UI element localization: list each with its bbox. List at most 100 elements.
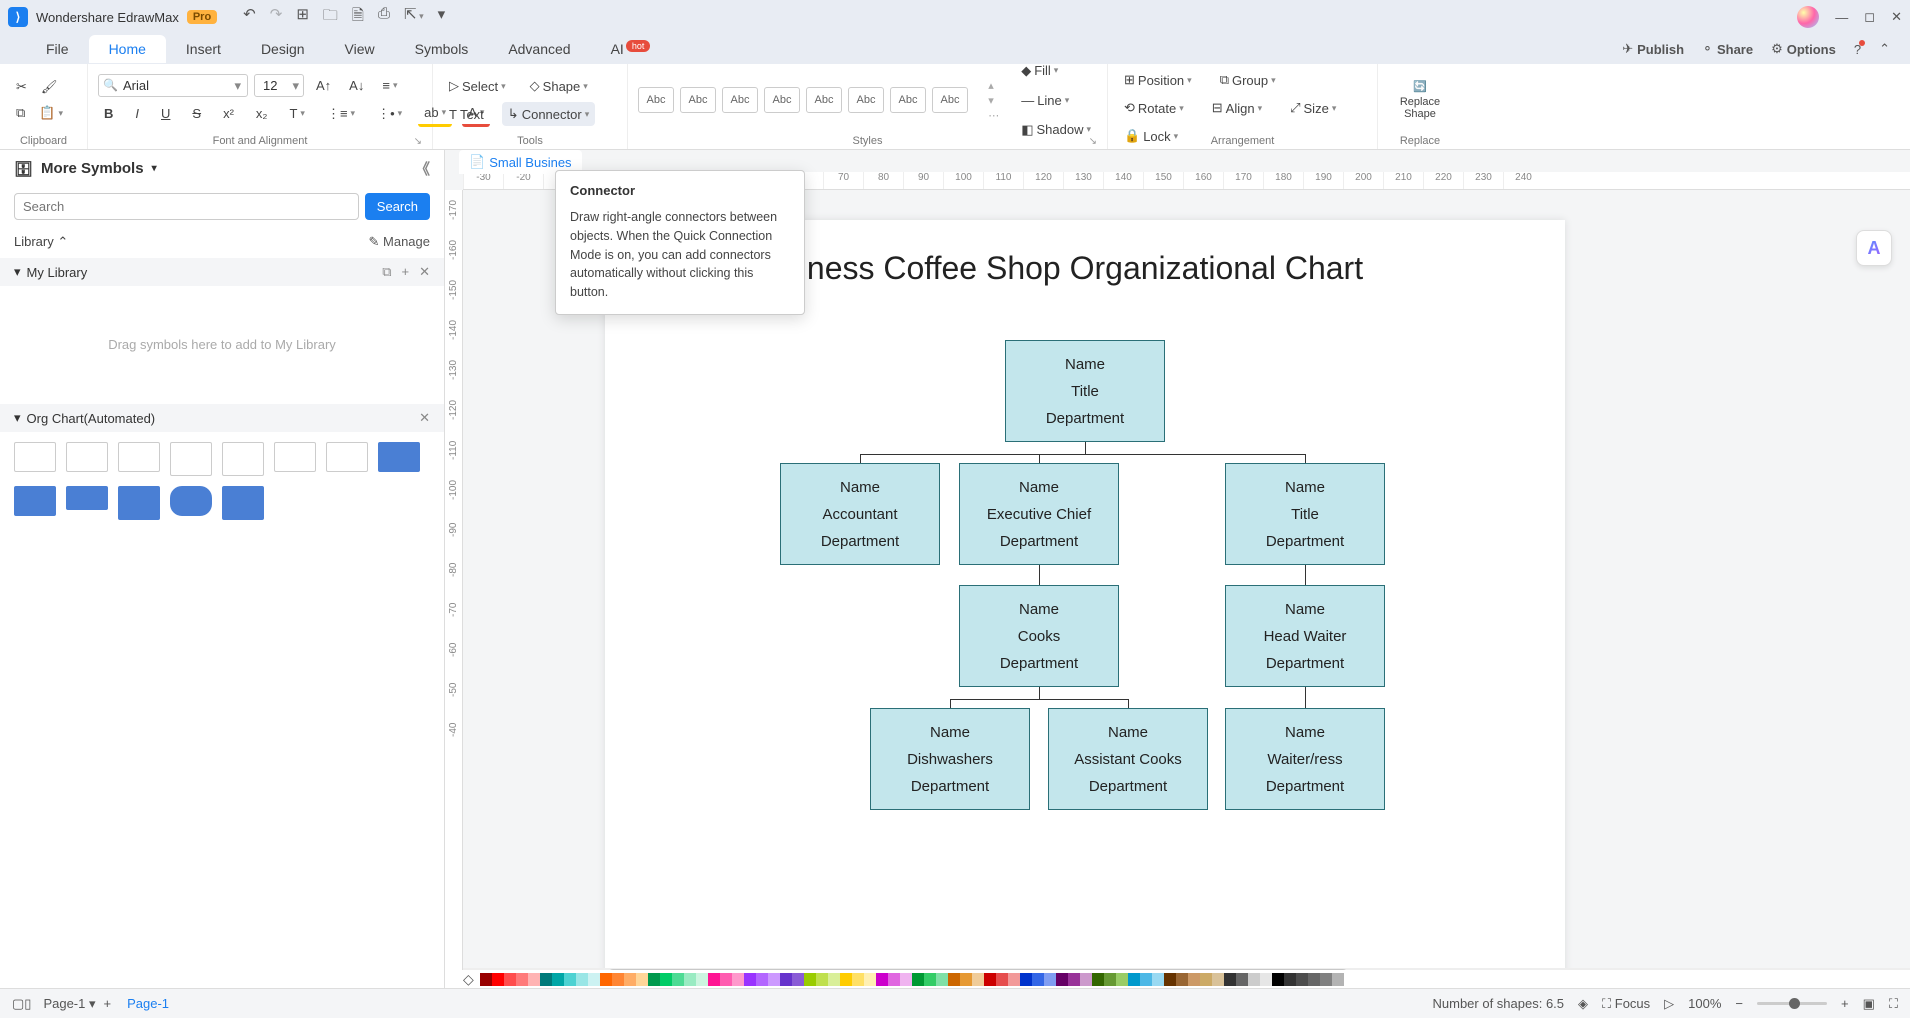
style-scroll-down[interactable]: ▾ — [988, 94, 999, 107]
symbol-item[interactable] — [14, 442, 56, 472]
close-button[interactable]: ✕ — [1891, 9, 1902, 25]
org-box[interactable]: NameTitleDepartment — [1005, 340, 1165, 442]
color-swatch[interactable] — [1236, 973, 1248, 986]
color-swatch[interactable] — [1284, 973, 1296, 986]
color-swatch[interactable] — [768, 973, 780, 986]
collapse-panel-button[interactable]: 《 — [415, 158, 430, 179]
page-selector[interactable]: Page-1 ▾ — [43, 996, 95, 1012]
publish-button[interactable]: ✈ Publish — [1622, 41, 1684, 57]
layers-icon[interactable]: ◈ — [1578, 996, 1588, 1012]
color-swatch[interactable] — [1152, 973, 1164, 986]
menu-file[interactable]: File — [26, 35, 89, 63]
color-swatch[interactable] — [792, 973, 804, 986]
color-swatch[interactable] — [552, 973, 564, 986]
align-button[interactable]: ⊟ Align — [1206, 96, 1268, 120]
color-swatch[interactable] — [756, 973, 768, 986]
color-swatch[interactable] — [852, 973, 864, 986]
style-swatch[interactable]: Abc — [722, 87, 758, 113]
fill-icon[interactable]: ◇ — [463, 971, 474, 988]
style-swatch[interactable]: Abc — [806, 87, 842, 113]
connector-button[interactable]: ↳ Connector — [502, 102, 595, 126]
style-swatch[interactable]: Abc — [890, 87, 926, 113]
symbol-item[interactable] — [170, 442, 212, 476]
text-button[interactable]: T Text — [443, 102, 490, 126]
color-swatch[interactable] — [636, 973, 648, 986]
symbol-item[interactable] — [14, 486, 56, 516]
export-button[interactable]: ⇱ — [404, 5, 424, 30]
page-tab-1[interactable]: Page-1 — [119, 994, 177, 1013]
color-swatch[interactable] — [1140, 973, 1152, 986]
color-swatch[interactable] — [708, 973, 720, 986]
symbol-item[interactable] — [118, 442, 160, 472]
color-swatch[interactable] — [996, 973, 1008, 986]
paste-button[interactable]: 📋 — [33, 101, 69, 125]
symbol-item[interactable] — [222, 486, 264, 520]
color-swatch[interactable] — [804, 973, 816, 986]
close-orgchart-button[interactable]: ✕ — [419, 410, 430, 426]
color-swatch[interactable] — [780, 973, 792, 986]
color-swatch[interactable] — [720, 973, 732, 986]
subscript-button[interactable]: x₂ — [250, 101, 274, 127]
symbol-item[interactable] — [326, 442, 368, 472]
color-swatch[interactable] — [528, 973, 540, 986]
color-swatch[interactable] — [888, 973, 900, 986]
add-page-button[interactable]: + — [104, 996, 112, 1011]
italic-button[interactable]: I — [129, 101, 145, 127]
page[interactable]: ness Coffee Shop Organizational Chart Na… — [605, 220, 1565, 980]
ai-float-button[interactable]: Α — [1856, 230, 1892, 266]
color-swatch[interactable] — [1200, 973, 1212, 986]
color-swatch[interactable] — [1116, 973, 1128, 986]
focus-button[interactable]: ⛶ Focus — [1602, 996, 1650, 1012]
page-list-icon[interactable]: ▢▯ — [12, 996, 31, 1012]
size-button[interactable]: ⤢ Size — [1284, 96, 1342, 120]
bullets-button[interactable]: ⋮• — [371, 101, 408, 127]
format-painter-button[interactable]: 🖌 — [35, 75, 64, 99]
select-button[interactable]: ▷ Select — [443, 74, 512, 98]
color-swatch[interactable] — [876, 973, 888, 986]
symbol-item[interactable] — [378, 442, 420, 472]
font-size-select[interactable]: 12 — [254, 74, 304, 97]
case-button[interactable]: T — [283, 101, 310, 127]
menu-insert[interactable]: Insert — [166, 35, 241, 63]
options-button[interactable]: ⚙ Options — [1771, 41, 1836, 57]
rotate-button[interactable]: ⟲ Rotate — [1118, 96, 1190, 120]
style-swatch[interactable]: Abc — [764, 87, 800, 113]
color-swatch[interactable] — [924, 973, 936, 986]
color-swatch[interactable] — [672, 973, 684, 986]
shrink-font-button[interactable]: A↓ — [343, 74, 370, 97]
color-swatch[interactable] — [1332, 973, 1344, 986]
color-swatch[interactable] — [936, 973, 948, 986]
save-button[interactable]: 🗎 — [352, 5, 364, 30]
org-box[interactable]: NameAccountantDepartment — [780, 463, 940, 565]
menu-home[interactable]: Home — [89, 35, 166, 63]
group-button[interactable]: ⧉ Group — [1214, 68, 1282, 92]
color-swatch[interactable] — [1308, 973, 1320, 986]
color-swatch[interactable] — [828, 973, 840, 986]
help-button[interactable]: ? — [1854, 42, 1861, 57]
color-swatch[interactable] — [624, 973, 636, 986]
canvas[interactable]: 📄 Small Busines -30-20-10708090100110120… — [445, 150, 1910, 980]
color-swatch[interactable] — [948, 973, 960, 986]
print-button[interactable]: ⎙ — [378, 5, 390, 30]
color-swatch[interactable] — [1188, 973, 1200, 986]
color-swatch[interactable] — [564, 973, 576, 986]
drop-zone[interactable]: Drag symbols here to add to My Library — [50, 300, 394, 390]
color-swatch[interactable] — [1032, 973, 1044, 986]
style-swatch[interactable]: Abc — [638, 87, 674, 113]
more-symbols-label[interactable]: More Symbols — [41, 160, 144, 177]
color-swatch[interactable] — [1296, 973, 1308, 986]
color-swatch[interactable] — [1104, 973, 1116, 986]
color-swatch[interactable] — [1212, 973, 1224, 986]
my-library-header[interactable]: ▾My Library ⧉ + ✕ — [0, 258, 444, 286]
menu-design[interactable]: Design — [241, 35, 325, 63]
fit-page-button[interactable]: ▣ — [1863, 996, 1875, 1012]
position-button[interactable]: ⊞ Position — [1118, 68, 1198, 92]
org-box[interactable]: NameWaiter/ressDepartment — [1225, 708, 1385, 810]
share-button[interactable]: ⚬ Share — [1702, 41, 1753, 57]
color-swatch[interactable] — [1260, 973, 1272, 986]
color-swatch[interactable] — [1068, 973, 1080, 986]
line-spacing-button[interactable]: ⋮≡ — [321, 101, 361, 127]
underline-button[interactable]: U — [155, 101, 176, 127]
style-swatch[interactable]: Abc — [848, 87, 884, 113]
color-swatch[interactable] — [732, 973, 744, 986]
